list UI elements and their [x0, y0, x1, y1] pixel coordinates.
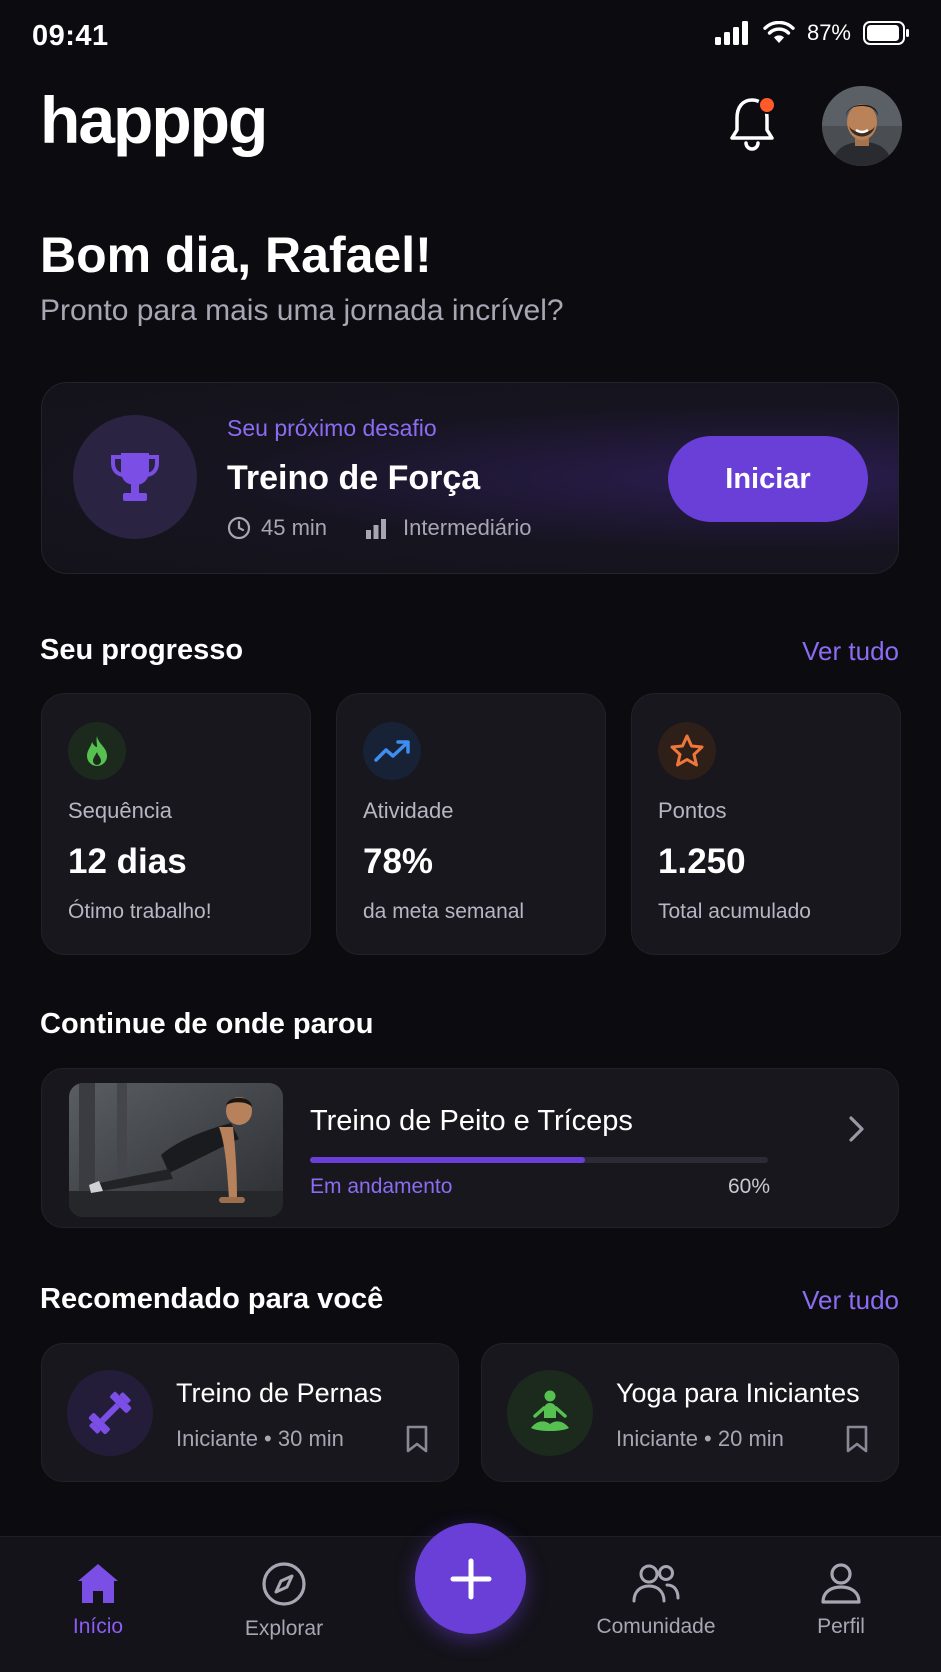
- notifications-button[interactable]: [728, 96, 780, 156]
- workout-status: Em andamento: [310, 1175, 453, 1198]
- nav-label: Perfil: [817, 1615, 865, 1638]
- stat-value: 12 dias: [68, 842, 187, 881]
- yoga-workout-badge: [507, 1370, 593, 1456]
- clock-icon: [227, 516, 251, 540]
- user-icon: [821, 1563, 861, 1604]
- recommended-section-title: Recomendado para você: [40, 1283, 384, 1315]
- battery-icon: [863, 21, 909, 45]
- compass-icon: [262, 1562, 306, 1606]
- greeting-subtitle: Pronto para mais uma jornada incrível?: [40, 294, 564, 327]
- star-icon: [670, 734, 704, 767]
- stat-label: Sequência: [68, 798, 172, 823]
- recommended-card-yoga[interactable]: Yoga para Iniciantes Iniciante • 20 min: [481, 1343, 899, 1482]
- wifi-icon: [763, 21, 795, 43]
- stat-label: Pontos: [658, 798, 727, 823]
- recommended-card-legs[interactable]: Treino de Pernas Iniciante • 30 min: [41, 1343, 459, 1482]
- workout-progress-fill: [310, 1157, 585, 1163]
- continue-workout-card[interactable]: Treino de Peito e Tríceps Em andamento 6…: [41, 1068, 899, 1228]
- nav-label: Explorar: [244, 1617, 324, 1640]
- start-challenge-button[interactable]: Iniciar: [668, 436, 868, 522]
- challenge-label: Seu próximo desafio: [227, 415, 437, 441]
- stat-value: 78%: [363, 842, 434, 881]
- dumbbell-icon: [88, 1391, 132, 1435]
- recommended-title: Treino de Pernas: [176, 1378, 383, 1408]
- continue-section-title: Continue de onde parou: [40, 1008, 374, 1040]
- trending-up-icon: [374, 740, 410, 762]
- workout-thumbnail: [69, 1083, 283, 1217]
- legs-workout-badge: [67, 1370, 153, 1456]
- workout-percent: 60%: [728, 1175, 771, 1198]
- status-indicators: 87%: [714, 20, 911, 46]
- challenge-meta: 45 min Intermediário: [227, 515, 531, 541]
- flame-icon: [87, 736, 107, 766]
- recommended-meta: Iniciante • 20 min: [616, 1426, 784, 1451]
- points-badge: [658, 722, 716, 780]
- stat-subtitle: Ótimo trabalho!: [68, 900, 212, 923]
- stat-card-points[interactable]: Pontos 1.250 Total acumulado: [631, 693, 901, 955]
- signal-icon: [714, 21, 748, 45]
- recommended-see-all-link[interactable]: Ver tudo: [802, 1285, 899, 1316]
- recommended-title: Yoga para Iniciantes: [616, 1378, 860, 1408]
- stat-subtitle: Total acumulado: [658, 900, 811, 923]
- battery-percent: 87%: [806, 20, 851, 45]
- users-icon: [632, 1564, 680, 1603]
- progress-section-title: Seu progresso: [40, 634, 244, 666]
- level-bars-icon: [366, 519, 387, 539]
- streak-badge: [68, 722, 126, 780]
- challenge-level: Intermediário: [403, 515, 532, 540]
- nav-label: Início: [72, 1615, 124, 1638]
- nav-item-community[interactable]: Comunidade: [586, 1537, 726, 1672]
- challenge-duration: 45 min: [261, 515, 328, 540]
- nav-item-profile[interactable]: Perfil: [781, 1537, 901, 1672]
- yoga-icon: [531, 1390, 569, 1431]
- next-challenge-card[interactable]: Seu próximo desafio Treino de Força 45 m…: [41, 382, 899, 574]
- activity-badge: [363, 722, 421, 780]
- trophy-icon: [111, 453, 159, 501]
- nav-item-home[interactable]: Início: [38, 1537, 158, 1672]
- app-logo: happpg: [40, 83, 268, 157]
- nav-label: Comunidade: [596, 1615, 716, 1638]
- add-button[interactable]: [415, 1523, 526, 1634]
- notification-dot: [758, 96, 776, 114]
- avatar-portrait-icon: [822, 86, 902, 166]
- challenge-title: Treino de Força: [227, 459, 481, 497]
- recommended-meta: Iniciante • 30 min: [176, 1426, 344, 1451]
- stat-subtitle: da meta semanal: [363, 900, 525, 923]
- continue-workout-title: Treino de Peito e Tríceps: [310, 1105, 633, 1137]
- greeting-title: Bom dia, Rafael!: [40, 227, 432, 283]
- bookmark-icon[interactable]: [404, 1424, 430, 1454]
- chevron-right-icon[interactable]: [842, 1109, 872, 1149]
- progress-see-all-link[interactable]: Ver tudo: [802, 636, 899, 667]
- stat-value: 1.250: [658, 842, 746, 881]
- nav-item-explore[interactable]: Explorar: [224, 1537, 344, 1672]
- plus-icon: [450, 1558, 491, 1599]
- stat-card-activity[interactable]: Atividade 78% da meta semanal: [336, 693, 606, 955]
- stat-card-streak[interactable]: Sequência 12 dias Ótimo trabalho!: [41, 693, 311, 955]
- stat-label: Atividade: [363, 798, 454, 823]
- avatar[interactable]: [822, 86, 902, 166]
- bookmark-icon[interactable]: [844, 1424, 870, 1454]
- home-icon: [78, 1564, 118, 1603]
- workout-progress-bar: [310, 1157, 768, 1163]
- trophy-badge: [73, 415, 197, 539]
- status-time: 09:41: [32, 20, 109, 52]
- pushup-photo-icon: [69, 1083, 283, 1217]
